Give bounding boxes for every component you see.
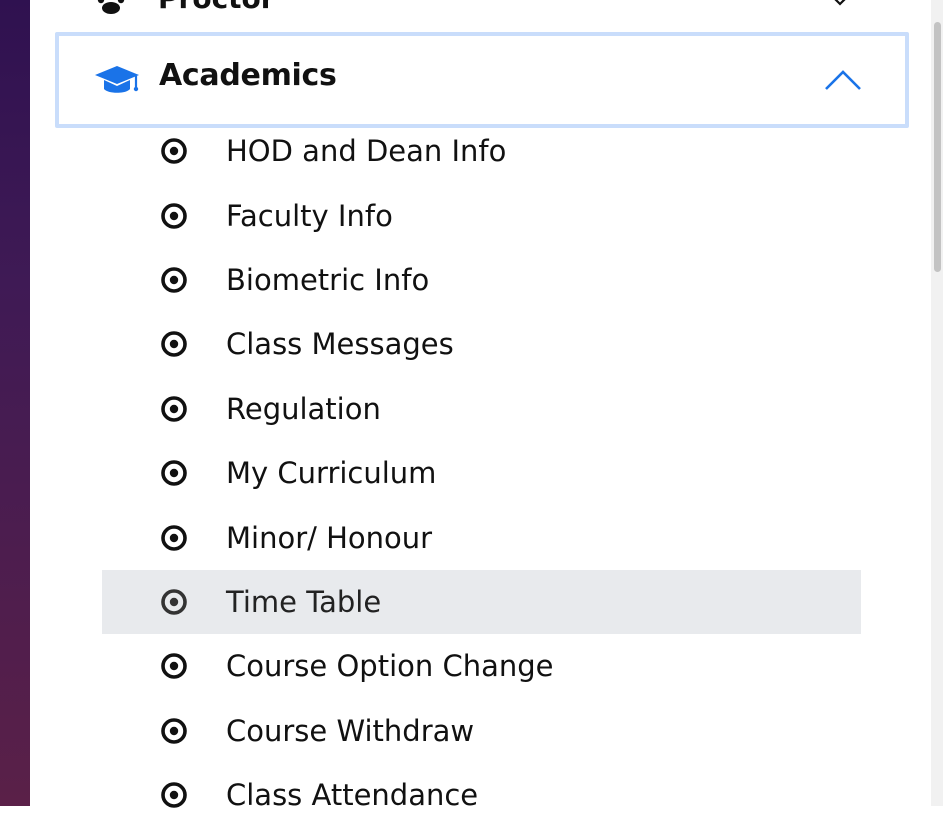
radio-bullet-icon: [161, 267, 187, 293]
chevron-down-icon[interactable]: [830, 0, 850, 10]
submenu-item-hod-and-dean-info[interactable]: HOD and Dean Info: [102, 119, 861, 183]
submenu-item-faculty-info[interactable]: Faculty Info: [102, 183, 861, 247]
submenu-item-my-curriculum[interactable]: My Curriculum: [102, 441, 861, 505]
submenu-item-time-table[interactable]: Time Table: [102, 569, 861, 635]
submenu-item-label: Course Option Change: [226, 649, 554, 684]
sidebar-item-academics[interactable]: Academics: [55, 32, 909, 128]
submenu-item-label: Class Attendance: [226, 778, 479, 813]
submenu-item-label: Class Messages: [226, 327, 454, 362]
submenu-item-label: My Curriculum: [226, 456, 437, 491]
submenu-item-label: Biometric Info: [226, 262, 430, 297]
sidebar-item-label: Proctor: [158, 0, 275, 15]
submenu-item-course-option-change[interactable]: Course Option Change: [102, 634, 861, 698]
radio-bullet-icon: [161, 524, 187, 551]
graduation-cap-icon: [95, 66, 139, 93]
submenu-item-minor-honour[interactable]: Minor/ Honour: [102, 505, 861, 569]
academics-submenu: HOD and Dean Info Faculty Info Biometric…: [102, 119, 861, 827]
radio-bullet-icon: [161, 331, 187, 358]
scrollbar-thumb[interactable]: [934, 22, 941, 272]
radio-bullet-icon: [161, 395, 187, 422]
radio-bullet-icon: [161, 589, 187, 615]
page-backdrop: [0, 0, 30, 806]
submenu-item-label: HOD and Dean Info: [226, 134, 507, 169]
sidebar-item-label: Academics: [159, 58, 337, 93]
paw-icon: [97, 0, 125, 14]
submenu-item-label: Regulation: [226, 391, 381, 426]
submenu-item-label: Faculty Info: [226, 198, 393, 233]
radio-bullet-icon: [161, 202, 187, 229]
chevron-up-icon[interactable]: [823, 66, 863, 94]
submenu-item-class-attendance[interactable]: Class Attendance: [102, 763, 861, 827]
submenu-item-course-withdraw[interactable]: Course Withdraw: [102, 699, 861, 763]
sidebar-item-proctor[interactable]: Proctor: [30, 0, 908, 20]
radio-bullet-icon: [161, 138, 187, 164]
submenu-item-label: Minor/ Honour: [226, 520, 433, 555]
radio-bullet-icon: [161, 717, 187, 744]
radio-bullet-icon: [161, 653, 187, 680]
radio-bullet-icon: [161, 460, 187, 486]
submenu-item-biometric-info[interactable]: Biometric Info: [102, 248, 861, 312]
submenu-item-class-messages[interactable]: Class Messages: [102, 312, 861, 376]
submenu-item-regulation[interactable]: Regulation: [102, 377, 861, 441]
radio-bullet-icon: [161, 782, 187, 808]
submenu-item-label: Course Withdraw: [226, 713, 475, 748]
submenu-item-label: Time Table: [226, 584, 382, 619]
